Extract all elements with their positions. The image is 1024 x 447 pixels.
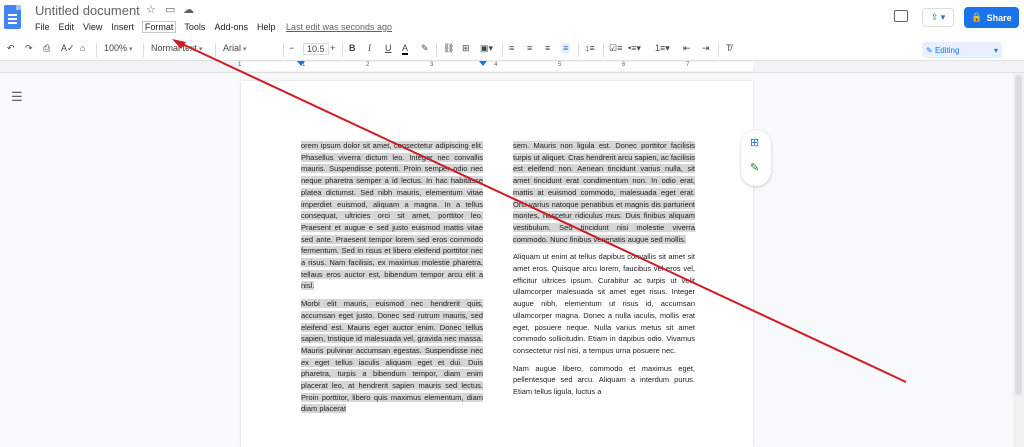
editing-mode-label: Editing bbox=[934, 45, 960, 55]
increase-size-icon[interactable]: + bbox=[330, 43, 335, 53]
underline-icon[interactable]: U bbox=[385, 43, 392, 53]
paragraph: Aliquam ut enim at tellus dapibus conval… bbox=[513, 252, 695, 355]
add-comment-icon[interactable]: ⊞ bbox=[750, 136, 759, 149]
bold-icon[interactable]: B bbox=[349, 43, 356, 53]
text-color-icon[interactable]: A bbox=[402, 43, 409, 55]
link-icon[interactable]: ⛓ bbox=[443, 43, 454, 54]
ruler-number: 3 bbox=[430, 62, 434, 68]
menu-tools[interactable]: Tools bbox=[184, 22, 205, 32]
ruler-number: 1 bbox=[238, 62, 242, 68]
doc-title[interactable]: Untitled document bbox=[35, 3, 140, 18]
ruler-number: 2 bbox=[366, 62, 370, 68]
suggest-edits-icon[interactable]: ✎ bbox=[750, 161, 759, 174]
redo-icon[interactable]: ↷ bbox=[25, 43, 33, 54]
docs-logo-icon[interactable] bbox=[4, 5, 21, 29]
menu-format[interactable]: Format bbox=[141, 21, 177, 33]
last-edit-link[interactable]: Last edit was seconds ago bbox=[286, 22, 392, 32]
font-select[interactable]: Arial bbox=[223, 43, 279, 53]
decrease-indent-icon[interactable]: ⇤ bbox=[683, 43, 691, 54]
menu-edit[interactable]: Edit bbox=[59, 22, 75, 32]
align-left-icon[interactable]: ≡ bbox=[509, 43, 514, 53]
justify-icon[interactable]: ≡ bbox=[561, 43, 571, 53]
checklist-icon[interactable]: ☑≡ bbox=[609, 43, 622, 54]
spellcheck-icon[interactable]: A✓ bbox=[61, 43, 75, 54]
share-label: Share bbox=[986, 12, 1012, 23]
editing-mode-select[interactable]: ✎ Editing ▾ bbox=[922, 42, 1002, 58]
share-button[interactable]: 🔒 Share bbox=[964, 7, 1019, 28]
zoom-select[interactable]: 100% bbox=[104, 43, 133, 53]
menu-bar: File Edit View Insert Format Tools Add-o… bbox=[35, 21, 276, 33]
line-spacing-icon[interactable]: ↕≡ bbox=[585, 43, 595, 53]
folder-icon[interactable]: ▭ bbox=[165, 3, 175, 16]
scrollbar-thumb[interactable] bbox=[1015, 75, 1022, 395]
menu-addons[interactable]: Add-ons bbox=[214, 22, 248, 32]
style-select[interactable]: Normal text bbox=[151, 43, 202, 53]
ruler-number: 5 bbox=[558, 62, 562, 68]
menu-file[interactable]: File bbox=[35, 22, 50, 32]
cloud-icon[interactable]: ☁ bbox=[183, 3, 194, 16]
undo-icon[interactable]: ↶ bbox=[7, 43, 15, 54]
menu-insert[interactable]: Insert bbox=[111, 22, 134, 32]
insert-image-icon[interactable]: ▣▾ bbox=[480, 43, 493, 54]
numbered-list-icon[interactable]: 1≡▾ bbox=[655, 43, 670, 54]
ruler-number: 6 bbox=[622, 62, 626, 68]
chevron-down-icon: ▾ bbox=[993, 45, 998, 55]
paint-format-icon[interactable]: ⌂ bbox=[80, 43, 85, 53]
highlight-icon[interactable]: ✎ bbox=[421, 43, 429, 54]
font-size-input[interactable]: 10.5 bbox=[303, 43, 329, 55]
ruler-number: 4 bbox=[494, 62, 498, 68]
left-indent-marker[interactable] bbox=[297, 61, 305, 66]
increase-indent-icon[interactable]: ⇥ bbox=[702, 43, 710, 54]
title-bar: Untitled document ☆ ▭ ☁ File Edit View I… bbox=[0, 0, 1024, 39]
side-actions: ⊞ ✎ bbox=[741, 130, 771, 186]
align-right-icon[interactable]: ≡ bbox=[545, 43, 550, 53]
present-button[interactable]: ⇪ ▾ bbox=[922, 8, 954, 27]
document-outline-icon[interactable]: ☰ bbox=[11, 89, 23, 105]
upload-icon: ⇪ ▾ bbox=[930, 12, 946, 22]
vertical-scrollbar[interactable] bbox=[1013, 73, 1024, 447]
star-icon[interactable]: ☆ bbox=[146, 3, 156, 16]
pencil-icon: ✎ bbox=[926, 45, 935, 55]
decrease-size-icon[interactable]: − bbox=[289, 43, 294, 53]
menu-view[interactable]: View bbox=[83, 22, 102, 32]
clear-formatting-icon[interactable]: T̸ bbox=[726, 43, 732, 53]
italic-icon[interactable]: I bbox=[368, 43, 371, 53]
ruler-number: 7 bbox=[686, 62, 690, 68]
left-column[interactable]: orem ipsum dolor sit amet, consectetur a… bbox=[301, 140, 483, 421]
comment-history-icon[interactable] bbox=[894, 10, 908, 22]
add-comment-icon[interactable]: ⊞ bbox=[462, 43, 470, 54]
toolbar: ↶ ↷ ⎙ A✓ ⌂ 100% Normal text Arial − 10.5… bbox=[0, 39, 1024, 61]
bulleted-list-icon[interactable]: •≡▾ bbox=[628, 43, 641, 54]
right-column[interactable]: sem. Mauris non ligula est. Donec portti… bbox=[513, 140, 695, 404]
paragraph: Nam augue libero, commodo et maximus ege… bbox=[513, 363, 695, 397]
paragraph: Morbi elit mauris, euismod nec hendrerit… bbox=[301, 299, 483, 414]
print-icon[interactable]: ⎙ bbox=[43, 43, 50, 54]
column-marker[interactable] bbox=[479, 61, 487, 66]
menu-help[interactable]: Help bbox=[257, 22, 276, 32]
horizontal-ruler[interactable]: 1 1 2 3 4 5 6 7 bbox=[0, 61, 1024, 73]
paragraph: sem. Mauris non ligula est. Donec portti… bbox=[513, 141, 695, 244]
lock-icon: 🔒 bbox=[971, 12, 983, 22]
align-center-icon[interactable]: ≡ bbox=[527, 43, 532, 53]
paragraph: orem ipsum dolor sit amet, consectetur a… bbox=[301, 141, 483, 291]
